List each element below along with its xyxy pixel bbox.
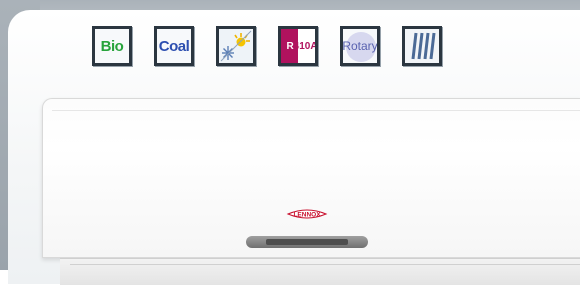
rotary-compressor-icon: Rotary (340, 26, 380, 66)
filter-icon (402, 26, 442, 66)
r410a-label: R410A (286, 40, 318, 52)
coal-icon: Coal (154, 26, 194, 66)
vane-seam (70, 264, 580, 265)
lennox-logo: LENNOX (286, 209, 328, 219)
display-panel (246, 236, 368, 248)
ac-top-seam (52, 110, 580, 111)
r410a-refrigerant-icon: R410A (278, 26, 318, 66)
heat-cool-icon (216, 26, 256, 66)
air-vane (60, 258, 580, 285)
display-window (266, 239, 348, 245)
bio-icon: Bio (92, 26, 132, 66)
coal-label: Coal (158, 37, 190, 55)
feature-icons: Bio Coal R410A Rotary (92, 26, 442, 66)
lennox-logo-text: LENNOX (293, 212, 321, 219)
air-conditioner-unit (42, 98, 580, 258)
rotary-label: Rotary (342, 39, 378, 53)
bio-label: Bio (100, 37, 124, 55)
